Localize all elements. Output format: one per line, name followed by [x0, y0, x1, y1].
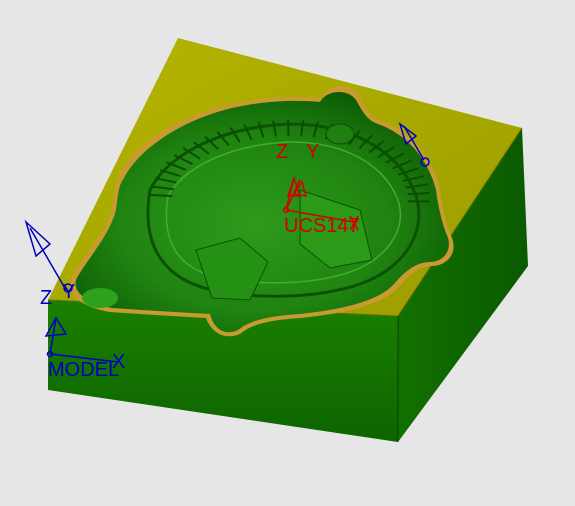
cavity-lobe: [325, 123, 355, 145]
cavity-lobe: [82, 288, 118, 308]
cavity-rib: [150, 194, 173, 197]
ucs-name-label[interactable]: UCS147: [284, 216, 360, 236]
part-3d-view[interactable]: [0, 0, 575, 506]
cavity-rib: [407, 192, 430, 196]
model-axis-y-label: Y: [62, 281, 76, 303]
ucs-axis-y-label: Y: [306, 141, 320, 163]
ucs-axis-z-label: Z: [276, 141, 289, 163]
model-axis-z-label: Z: [40, 287, 53, 309]
graphics-viewport[interactable]: Z Y UCS147 Z Y X MODEL: [0, 0, 575, 506]
model-csys-name-label[interactable]: MODEL: [48, 360, 119, 380]
